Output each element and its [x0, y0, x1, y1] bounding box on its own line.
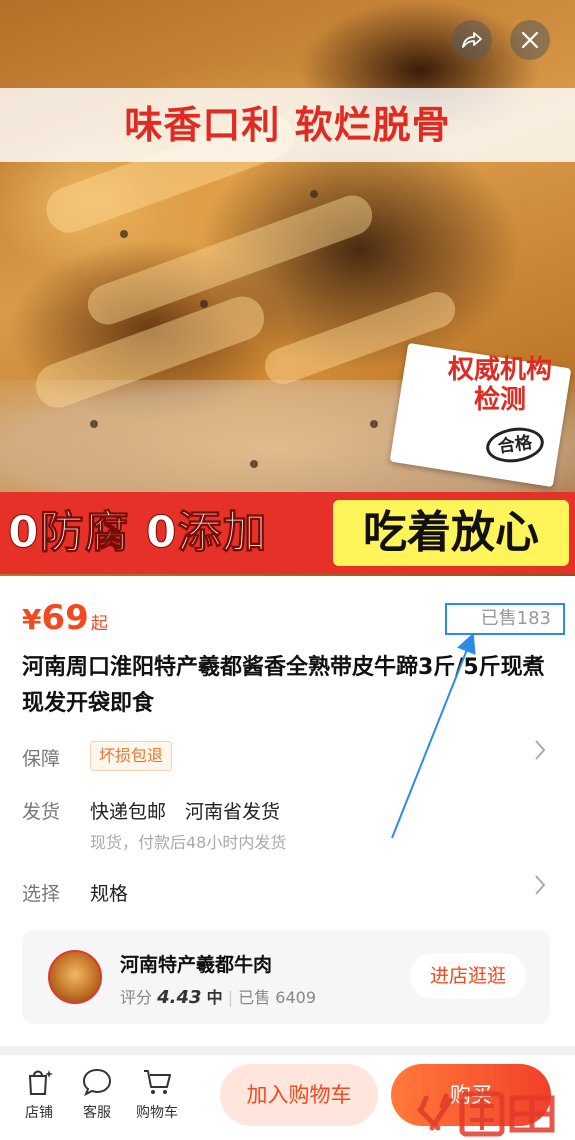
spice-speck — [250, 460, 258, 468]
chevron-right-icon[interactable] — [533, 738, 547, 769]
price-suffix: 起 — [90, 614, 108, 634]
share-button[interactable] — [452, 20, 492, 60]
shipping-label: 发货 — [22, 801, 61, 823]
chat-icon — [82, 1068, 112, 1097]
spice-speck — [310, 190, 318, 198]
chevron-right-icon[interactable] — [533, 873, 547, 904]
guarantee-label: 保障 — [22, 748, 61, 770]
spice-speck — [90, 420, 98, 428]
guarantee-tag[interactable]: 坏损包退 — [90, 741, 173, 771]
spice-speck — [120, 230, 128, 238]
chevron-right-icon — [535, 740, 546, 760]
visit-shop-button[interactable]: 进店逛逛 — [410, 953, 526, 999]
tab-service[interactable]: 客服 — [70, 1066, 124, 1122]
close-icon — [521, 31, 539, 49]
tab-cart-label: 购物车 — [136, 1105, 178, 1121]
shop-sold: 已售 6409 — [238, 988, 317, 1007]
product-title: 河南周口淮阳特产羲都酱香全熟带皮牛蹄3斤/5斤现煮现发开袋即食 — [22, 655, 545, 716]
certificate-line: 权威机构 — [447, 355, 552, 385]
product-image[interactable] — [0, 0, 575, 576]
tab-cart[interactable]: 购物车 — [130, 1066, 184, 1122]
close-button[interactable] — [510, 20, 550, 60]
store-icon — [28, 1070, 53, 1095]
spice-speck — [370, 420, 378, 428]
certificate-line: 检测 — [473, 385, 526, 415]
shop-meta: 评分 4.43 中 | 已售 6409 — [120, 984, 316, 1008]
spice-speck — [200, 300, 208, 308]
promo-banner-right: 吃着放心 — [333, 500, 569, 566]
share-icon — [462, 32, 482, 48]
shop-rating-level: 中 — [206, 988, 223, 1007]
shipping-subtext: 现货，付款后48小时内发货 — [90, 833, 287, 852]
chevron-right-icon — [535, 875, 546, 895]
promo-banner-top-text: 味香口利 软烂脱骨 — [124, 103, 451, 147]
tab-service-label: 客服 — [83, 1105, 111, 1121]
add-to-cart-button[interactable]: 加入购物车 — [220, 1064, 378, 1126]
promo-banner-left: 0防腐 0添加 — [8, 507, 268, 559]
tab-store[interactable]: 店铺 — [12, 1066, 66, 1122]
price: ¥69 起 — [22, 598, 108, 638]
cart-icon — [144, 1070, 171, 1094]
promo-banner-bottom: 0防腐 0添加 吃着放心 — [0, 492, 575, 574]
watermark-logo — [417, 1091, 555, 1137]
shop-rating-label: 评分 — [120, 988, 153, 1007]
separator: | — [227, 988, 239, 1007]
price-currency: ¥ — [22, 603, 42, 636]
shipping-value: 快递包邮 河南省发货 — [90, 801, 281, 823]
option-value[interactable]: 规格 — [90, 879, 128, 906]
shop-rating-value: 4.43 — [157, 987, 202, 1008]
certificate-text: 权威机构 检测 — [430, 355, 570, 415]
price-value: 69 — [41, 598, 89, 638]
option-label: 选择 — [22, 883, 61, 905]
shop-avatar[interactable] — [48, 950, 102, 1004]
tab-store-label: 店铺 — [25, 1105, 53, 1121]
promo-banner-top: 味香口利 软烂脱骨 — [0, 88, 575, 162]
shop-name[interactable]: 河南特产羲都牛肉 — [120, 950, 272, 977]
sold-count: 已售183 — [445, 603, 565, 635]
